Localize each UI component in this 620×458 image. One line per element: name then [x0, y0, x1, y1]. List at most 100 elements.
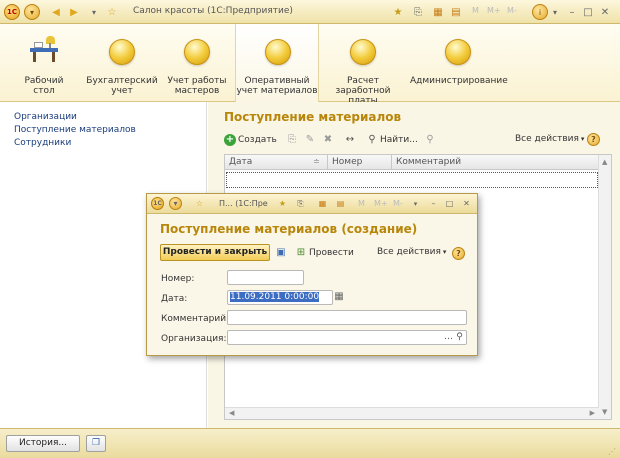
create-button[interactable]: + Создать	[224, 134, 277, 146]
copy-icon[interactable]: ⎘	[410, 4, 426, 20]
close-icon[interactable]: ✕	[597, 4, 613, 20]
section-icon	[109, 39, 135, 65]
section-label: Учет работы мастеров	[167, 76, 227, 96]
copy-icon[interactable]: ⎘	[294, 197, 307, 210]
post-document-icon: ⊞	[296, 247, 306, 258]
organization-label: Организация:	[161, 334, 227, 344]
number-field[interactable]	[227, 270, 304, 285]
windows-icon[interactable]: ❐	[86, 435, 106, 452]
history-dropdown-icon[interactable]: ▾	[86, 4, 102, 20]
main-menu-icon[interactable]: ▾	[24, 4, 40, 20]
page-title: Поступление материалов	[224, 110, 402, 124]
section-icon	[184, 39, 210, 65]
dialog-menu-icon[interactable]: ▾	[169, 197, 182, 210]
column-date[interactable]: Дата	[229, 157, 252, 167]
column-comment[interactable]: Комментарий	[396, 157, 461, 167]
refresh-arrows-icon[interactable]: ↔	[344, 134, 356, 146]
m-button[interactable]: M	[472, 6, 479, 15]
date-field[interactable]: 11.09.2011 0:00:00	[227, 290, 333, 305]
cancel-search-icon[interactable]: ⚲	[424, 134, 436, 146]
section-label: Оперативный учет материалов	[236, 76, 318, 96]
calendar-icon[interactable]: ▤	[334, 197, 347, 210]
scroll-right-icon[interactable]: ▶	[590, 409, 595, 417]
nav-item-material-receipts[interactable]: Поступление материалов	[14, 124, 206, 137]
post-button[interactable]: ⊞ Провести	[295, 247, 354, 259]
plus-icon: +	[224, 134, 236, 146]
favorite-star-icon[interactable]: ☆	[193, 197, 206, 210]
edit-pencil-icon[interactable]: ✎	[304, 134, 316, 146]
favorites-icon[interactable]: ★	[276, 197, 289, 210]
comment-field[interactable]	[227, 310, 467, 325]
horizontal-scrollbar[interactable]: ◀ ▶	[225, 407, 599, 419]
help-icon[interactable]: ?	[452, 247, 465, 260]
back-arrow-icon[interactable]: ◀	[48, 4, 64, 20]
calendar-icon[interactable]: ▤	[448, 4, 464, 20]
table-header: Дата ≐ Номер Комментарий	[225, 155, 599, 170]
scroll-left-icon[interactable]: ◀	[229, 409, 234, 417]
m-plus-button[interactable]: M+	[487, 6, 501, 15]
search-icon: ⚲	[368, 134, 376, 145]
section-label: Рабочий стол	[24, 76, 64, 96]
chevron-down-icon: ▾	[442, 248, 447, 256]
section-label: Администрирование	[410, 76, 508, 86]
favorite-star-icon[interactable]: ☆	[104, 4, 120, 20]
calculator-icon[interactable]: ▦	[316, 197, 329, 210]
m-plus-button[interactable]: M+	[374, 199, 388, 208]
delete-icon[interactable]: ✖	[322, 134, 334, 146]
section-admin[interactable]: Администрирование	[410, 24, 508, 102]
maximize-icon[interactable]: □	[580, 4, 596, 20]
scroll-up-icon[interactable]: ▲	[602, 158, 607, 166]
section-payroll[interactable]: Расчет заработной платы	[320, 24, 406, 106]
minimize-icon[interactable]: –	[564, 4, 580, 20]
logo-1c-icon[interactable]: 1С	[151, 197, 164, 210]
help-icon[interactable]: ?	[587, 133, 600, 146]
forward-arrow-icon[interactable]: ▶	[66, 4, 82, 20]
vertical-scrollbar[interactable]: ▲ ▼	[598, 155, 611, 419]
post-label: Провести	[309, 248, 354, 258]
m-minus-button[interactable]: M-	[393, 199, 403, 208]
scroll-down-icon[interactable]: ▼	[602, 408, 607, 416]
m-button[interactable]: M	[358, 199, 365, 208]
window-title: Салон красоты (1С:Предприятие)	[133, 6, 293, 16]
save-icon[interactable]: ▣	[275, 247, 287, 259]
nav-item-organizations[interactable]: Организации	[14, 111, 206, 124]
organization-field[interactable]: … ⚲	[227, 330, 467, 345]
info-icon[interactable]: i	[532, 4, 548, 20]
column-number[interactable]: Номер	[332, 157, 362, 167]
maximize-icon[interactable]: □	[443, 197, 456, 210]
favorites-icon[interactable]: ★	[390, 4, 406, 20]
m-minus-button[interactable]: M-	[507, 6, 517, 15]
calendar-picker-icon[interactable]: ▦	[333, 291, 345, 303]
number-label: Номер:	[161, 274, 195, 284]
section-desktop[interactable]: Рабочий стол	[6, 24, 82, 102]
logo-1c-icon[interactable]: 1С	[4, 4, 20, 20]
calculator-icon[interactable]: ▦	[430, 4, 446, 20]
table-row[interactable]	[226, 172, 598, 188]
date-label: Дата:	[161, 294, 188, 304]
close-icon[interactable]: ✕	[460, 197, 473, 210]
section-accounting[interactable]: Бухгалтерский учет	[82, 24, 162, 102]
create-label: Создать	[238, 135, 277, 145]
find-button[interactable]: ⚲ Найти...	[366, 134, 417, 146]
nav-item-employees[interactable]: Сотрудники	[14, 137, 206, 150]
copy-icon[interactable]: ⎘	[286, 134, 298, 146]
select-ellipsis-icon[interactable]: …	[443, 331, 454, 344]
chevron-down-icon: ▾	[580, 135, 585, 143]
document-dialog: 1С ▾ ☆ П... (1С:Пре ★ ⎘ ▦ ▤ M M+ M- ▾ – …	[146, 193, 478, 356]
dropdown-icon[interactable]: ▾	[409, 197, 422, 210]
post-and-close-button[interactable]: Провести и закрыть	[160, 244, 270, 261]
search-icon[interactable]: ⚲	[454, 331, 465, 344]
resize-grip-icon[interactable]: ⋰	[608, 447, 616, 456]
history-button[interactable]: История...	[6, 435, 80, 452]
section-materials[interactable]: Оперативный учет материалов	[235, 24, 319, 102]
all-actions-menu[interactable]: Все действия ▾	[377, 247, 446, 257]
all-actions-menu[interactable]: Все действия ▾	[515, 134, 584, 144]
section-masters[interactable]: Учет работы мастеров	[162, 24, 232, 102]
info-dropdown-icon[interactable]: ▾	[547, 4, 563, 20]
minimize-icon[interactable]: –	[427, 197, 440, 210]
status-bar: История... ❐ ⋰	[0, 428, 620, 458]
dialog-titlebar: 1С ▾ ☆ П... (1С:Пре ★ ⎘ ▦ ▤ M M+ M- ▾ – …	[147, 194, 477, 214]
section-icon	[445, 39, 471, 65]
comment-label: Комментарий:	[161, 314, 230, 324]
all-actions-label: Все действия	[377, 247, 441, 257]
